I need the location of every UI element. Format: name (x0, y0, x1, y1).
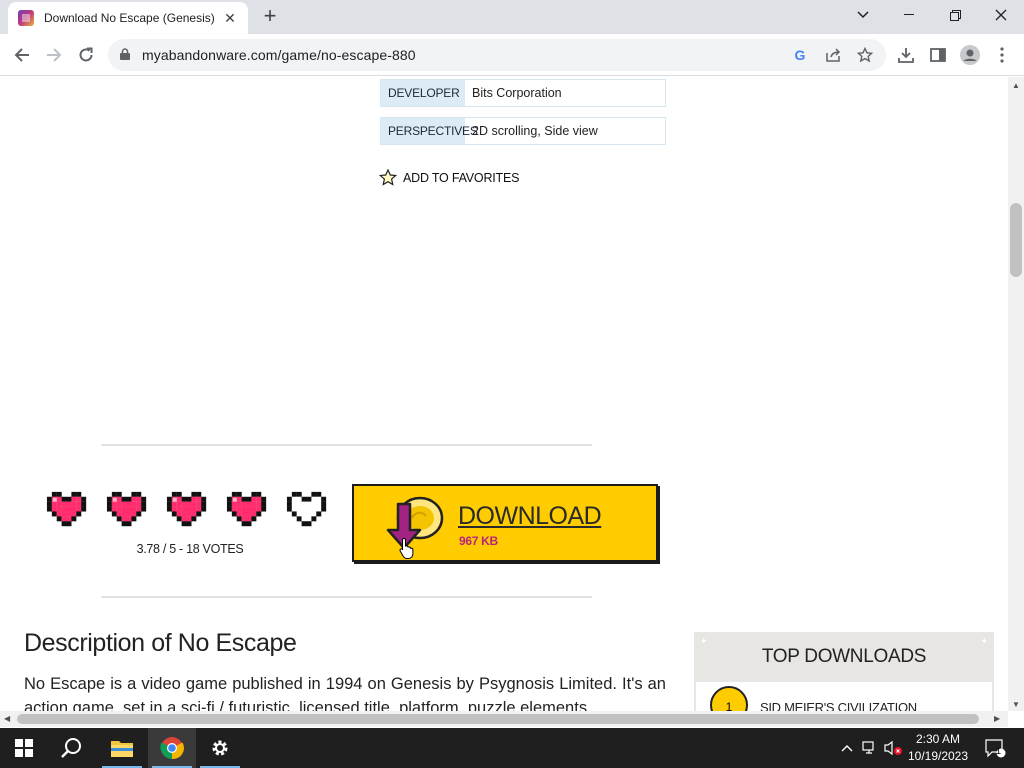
top-download-item[interactable]: 1 SID MEIER'S CIVILIZATION (696, 682, 992, 711)
reload-button[interactable] (73, 42, 99, 68)
scroll-up-arrow-icon[interactable]: ▲ (1012, 81, 1020, 90)
show-hidden-icons-button[interactable] (838, 728, 856, 768)
tab-title: Download No Escape (Genesis) - (44, 11, 216, 25)
profile-avatar-icon (960, 45, 980, 65)
google-lens-icon[interactable]: G (790, 45, 810, 65)
star-outline-icon (379, 169, 397, 186)
windows-taskbar: 2:30 AM 10/19/2023 1 (0, 728, 1024, 768)
heart-filled-icon[interactable] (220, 487, 273, 531)
tab-strip: Download No Escape (Genesis) - ✕ + (0, 0, 1024, 34)
gear-icon (212, 740, 228, 756)
notification-icon (985, 739, 1006, 758)
scroll-left-arrow-icon[interactable]: ◀ (4, 714, 10, 723)
top-downloads-title: TOP DOWNLOADS (761, 646, 927, 667)
close-window-button[interactable] (978, 0, 1024, 30)
side-panel-icon (930, 48, 946, 62)
menu-button[interactable] (989, 42, 1015, 68)
notification-count: 1 (996, 746, 1002, 756)
rating-hearts[interactable] (40, 487, 333, 531)
info-value[interactable]: Bits Corporation (465, 86, 562, 100)
share-icon[interactable] (823, 45, 843, 65)
divider-bottom (101, 596, 592, 598)
address-bar[interactable]: myabandonware.com/game/no-escape-880 G (108, 39, 886, 71)
folder-icon (111, 741, 133, 757)
horizontal-scrollbar[interactable]: ◀ ▶ (0, 711, 1008, 727)
scroll-right-arrow-icon[interactable]: ▶ (994, 714, 1000, 723)
restore-icon (949, 9, 961, 21)
chevron-up-icon (841, 745, 853, 752)
new-tab-button[interactable]: + (258, 5, 282, 29)
windows-logo-icon (15, 739, 33, 757)
volume-muted-icon (884, 740, 902, 756)
lock-icon[interactable] (120, 48, 130, 60)
system-clock[interactable]: 2:30 AM 10/19/2023 (904, 731, 972, 765)
start-button[interactable] (0, 728, 48, 768)
reload-icon (79, 47, 93, 62)
heart-filled-icon[interactable] (100, 487, 153, 531)
restore-button[interactable] (932, 0, 978, 30)
forward-arrow-icon (47, 48, 62, 62)
info-value[interactable]: 2D scrolling, Side view (465, 124, 598, 138)
rank-medal-icon: 1 (710, 686, 748, 711)
network-icon (862, 741, 874, 754)
info-label: PERSPECTIVES (381, 118, 478, 144)
heart-empty-icon[interactable] (280, 487, 333, 531)
clock-date: 10/19/2023 (907, 749, 969, 763)
chrome-taskbar-button[interactable] (148, 728, 196, 768)
top-download-name[interactable]: SID MEIER'S CIVILIZATION (760, 700, 917, 711)
scroll-down-arrow-icon[interactable]: ▼ (1012, 700, 1020, 709)
volume-tray-button[interactable] (882, 728, 904, 768)
file-explorer-button[interactable] (98, 728, 146, 768)
back-button[interactable] (9, 42, 35, 68)
profile-button[interactable] (957, 42, 983, 68)
clock-time: 2:30 AM (915, 732, 961, 746)
description-title: Description of No Escape (24, 629, 297, 657)
info-row-developer: DEVELOPER Bits Corporation (380, 79, 666, 107)
forward-button[interactable] (41, 42, 67, 68)
chrome-icon (160, 737, 184, 760)
add-to-favorites-button[interactable]: ADD TO FAVORITES (379, 169, 519, 186)
browser-toolbar: myabandonware.com/game/no-escape-880 G (0, 34, 1024, 76)
downloads-button[interactable] (893, 42, 919, 68)
favorites-label: ADD TO FAVORITES (403, 170, 520, 185)
download-button[interactable]: DOWNLOAD 967 KB (352, 484, 658, 562)
page-viewport: DEVELOPER Bits Corporation PERSPECTIVES … (0, 77, 1008, 711)
close-icon (995, 9, 1007, 21)
info-row-perspectives: PERSPECTIVES 2D scrolling, Side view (380, 117, 666, 145)
heart-filled-icon[interactable] (40, 487, 93, 531)
vertical-scrollbar[interactable]: ▲ ▼ (1008, 77, 1024, 711)
horizontal-scroll-thumb[interactable] (17, 714, 979, 724)
settings-taskbar-button[interactable] (196, 728, 244, 768)
download-icon (898, 48, 914, 63)
minimize-icon (904, 14, 914, 15)
side-panel-button[interactable] (925, 42, 951, 68)
top-downloads-panel: ✦ ✦ TOP DOWNLOADS 1 SID MEIER'S CIVILIZA… (694, 632, 994, 711)
info-label: DEVELOPER (381, 80, 465, 106)
bookmark-star-icon[interactable] (855, 45, 875, 65)
tab-search-button[interactable] (840, 0, 886, 30)
divider-top (101, 444, 592, 446)
chevron-down-icon (857, 11, 869, 19)
network-tray-button[interactable] (860, 728, 880, 768)
hand-cursor-icon (399, 537, 414, 559)
url-text[interactable]: myabandonware.com/game/no-escape-880 (142, 47, 416, 63)
download-size: 967 KB (459, 534, 498, 548)
kebab-menu-icon (1000, 47, 1004, 63)
search-button[interactable] (48, 728, 96, 768)
back-arrow-icon (14, 48, 29, 62)
download-label: DOWNLOAD (458, 502, 602, 530)
minimize-button[interactable] (886, 0, 932, 30)
vertical-scroll-thumb[interactable] (1010, 203, 1022, 277)
tab-close-icon[interactable]: ✕ (222, 10, 238, 27)
search-icon (61, 738, 81, 758)
description-text: No Escape is a video game published in 1… (24, 675, 666, 711)
site-favicon-icon (18, 10, 34, 26)
heart-filled-icon[interactable] (160, 487, 213, 531)
browser-tab[interactable]: Download No Escape (Genesis) - ✕ (8, 2, 248, 34)
rating-score: 3.78 / 5 - 18 VOTES (136, 542, 244, 556)
notifications-button[interactable]: 1 (980, 728, 1010, 768)
